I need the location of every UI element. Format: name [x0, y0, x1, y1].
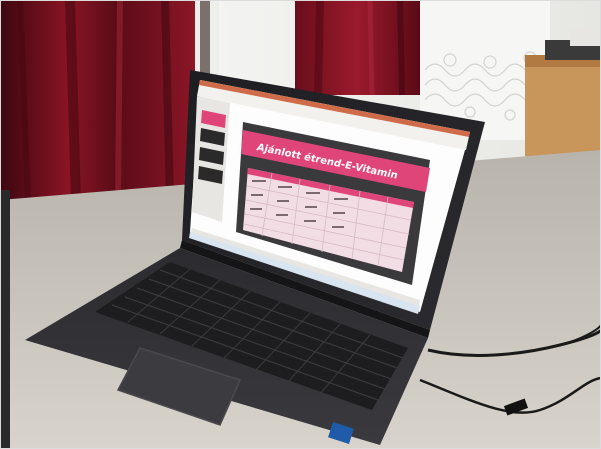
photo-frame: Ajánlott étrend-E-Vitamin — [0, 0, 601, 449]
scene: Ajánlott étrend-E-Vitamin — [0, 0, 601, 449]
